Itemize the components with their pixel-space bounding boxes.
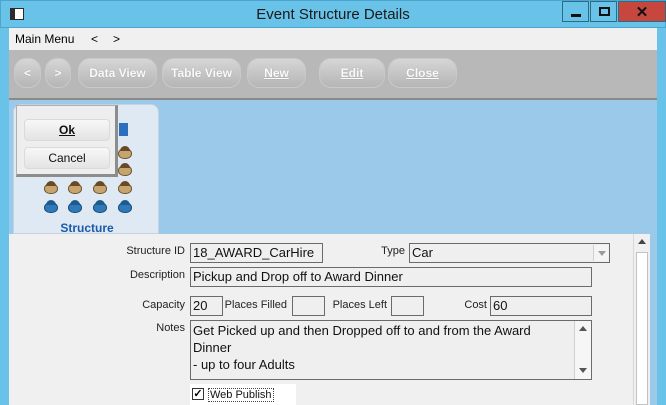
next-record-button[interactable]: > (45, 58, 71, 88)
close-button[interactable]: Close (388, 58, 457, 88)
cancel-button[interactable]: Cancel (24, 147, 110, 169)
cost-label: Cost (464, 299, 487, 311)
notes-label: Notes (156, 322, 185, 334)
notes-line-1: Get Picked up and then Dropped off to an… (193, 323, 531, 355)
web-publish-option[interactable]: ✓ Web Publish (190, 384, 296, 405)
notes-textarea[interactable]: Get Picked up and then Dropped off to an… (190, 320, 592, 380)
data-view-button[interactable]: Data View (78, 58, 157, 88)
maximize-icon (599, 7, 610, 16)
structure-form: Structure ID 18_AWARD_CarHire Type Car D… (9, 234, 633, 405)
window-frame-left (0, 28, 9, 405)
notes-scrollbar[interactable] (574, 321, 591, 379)
content-area: Structure Ok Cancel Structure ID 18_AWAR… (9, 100, 657, 405)
edit-button[interactable]: Edit (319, 58, 385, 88)
menu-forward-button[interactable]: > (113, 32, 120, 46)
scroll-down-icon[interactable] (579, 368, 587, 373)
structure-tab-label: Structure (60, 221, 114, 235)
scrollbar-thumb[interactable] (636, 252, 648, 405)
menu-bar: Main Menu < > (9, 28, 657, 50)
cost-field[interactable]: 60 (490, 296, 592, 316)
type-label: Type (381, 245, 405, 257)
ok-button[interactable]: Ok (24, 119, 110, 141)
capacity-field[interactable]: 20 (190, 296, 223, 316)
places-filled-field[interactable] (292, 296, 325, 316)
main-menu[interactable]: Main Menu (15, 32, 74, 46)
places-left-label: Places Left (332, 299, 387, 311)
notes-line-2: - up to four Adults (193, 357, 295, 372)
type-select[interactable]: Car (409, 243, 610, 263)
title-bar: Event Structure Details ✕ (0, 0, 666, 28)
window-frame-right (657, 28, 666, 405)
maximize-button[interactable] (590, 1, 617, 22)
type-select-value: Car (412, 245, 433, 260)
tab-marker-icon (119, 123, 128, 136)
chevron-down-icon[interactable] (593, 245, 608, 261)
scroll-up-icon[interactable] (579, 326, 587, 331)
scroll-up-icon[interactable] (638, 239, 646, 244)
dialog-popup: Ok Cancel (16, 105, 118, 177)
description-field[interactable]: Pickup and Drop off to Award Dinner (190, 267, 592, 287)
web-publish-checkbox[interactable]: ✓ (192, 388, 204, 400)
description-label: Description (129, 269, 185, 281)
structure-id-field[interactable]: 18_AWARD_CarHire (190, 243, 323, 263)
form-scrollbar[interactable] (633, 234, 650, 405)
content-right-strip (650, 234, 657, 405)
places-left-field[interactable] (391, 296, 424, 316)
table-view-button[interactable]: Table View (162, 58, 241, 88)
structure-id-label: Structure ID (126, 245, 185, 257)
menu-back-button[interactable]: < (91, 32, 98, 46)
places-filled-label: Places Filled (224, 299, 287, 311)
capacity-label: Capacity (142, 299, 185, 311)
new-button[interactable]: New (247, 58, 306, 88)
close-icon: ✕ (635, 4, 649, 21)
web-publish-label[interactable]: Web Publish (208, 388, 274, 402)
toolbar: < > Data View Table View New Edit Close (9, 50, 657, 100)
previous-record-button[interactable]: < (14, 58, 41, 88)
minimize-icon (571, 14, 581, 17)
minimize-button[interactable] (562, 1, 589, 22)
close-window-button[interactable]: ✕ (618, 1, 666, 22)
